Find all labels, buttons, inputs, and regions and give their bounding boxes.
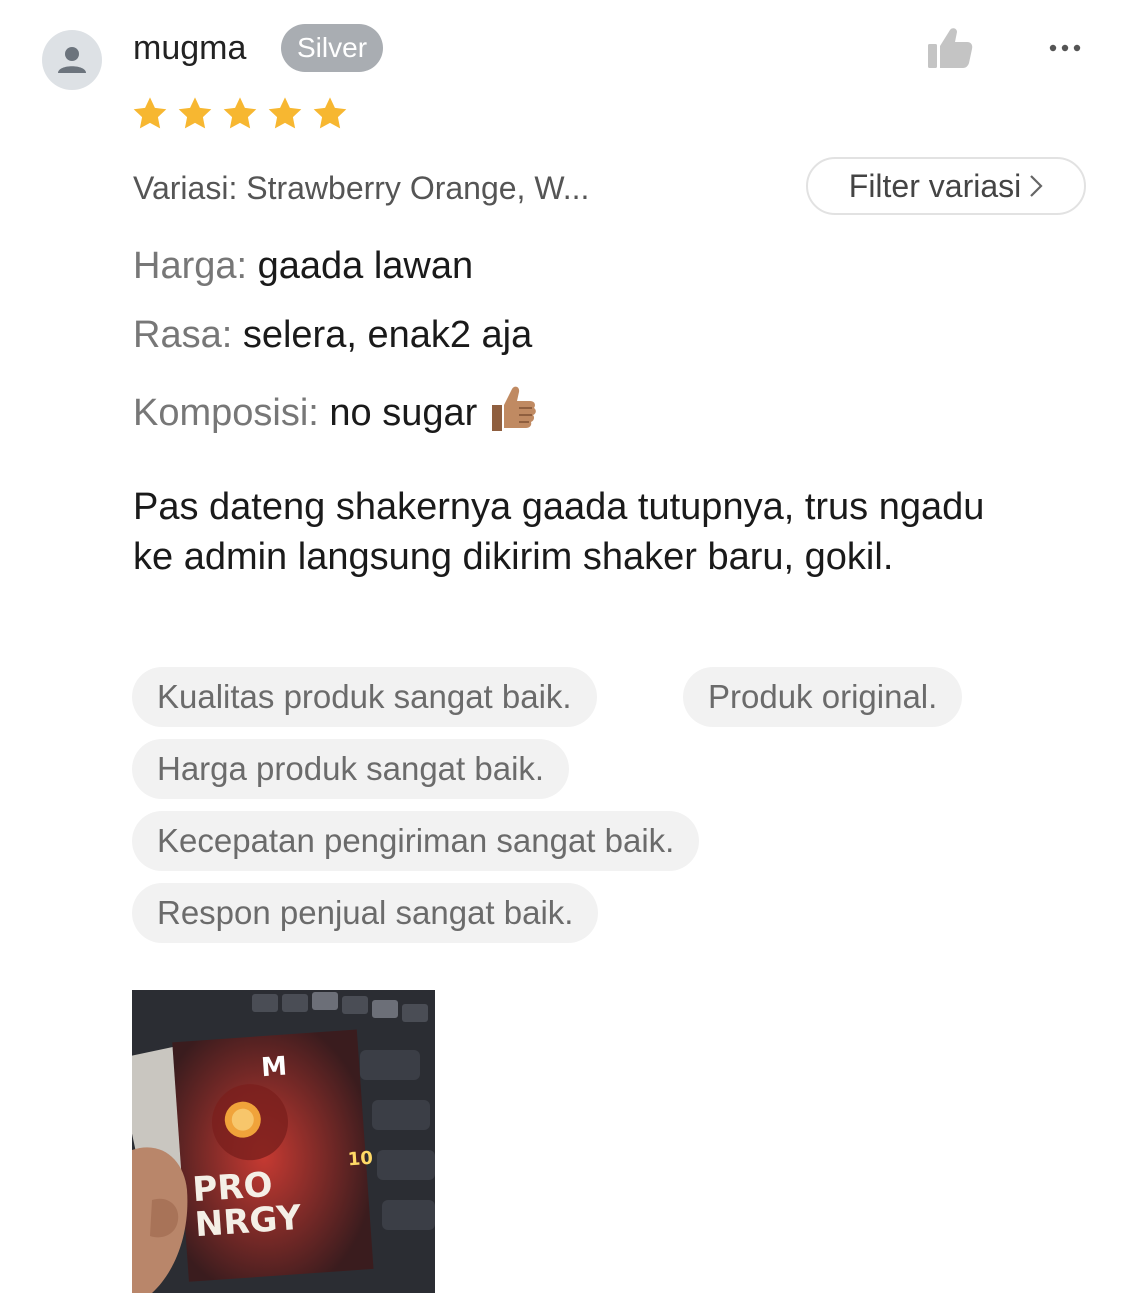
star-icon: [268, 97, 302, 129]
rating-stars: [131, 95, 349, 133]
photo-count-label: 10: [347, 1148, 373, 1171]
photo-brand-line-2: NRGY: [194, 1198, 303, 1245]
review-tag: Kualitas produk sangat baik.: [132, 667, 597, 727]
svg-text:M: M: [260, 1051, 288, 1083]
review-tag: Respon penjual sangat baik.: [132, 883, 599, 943]
attribute-key: Komposisi:: [133, 392, 319, 434]
attribute-value: gaada lawan: [257, 245, 474, 287]
attribute-key: Harga:: [133, 245, 248, 287]
review-photo[interactable]: M 10 PRO NRGY: [132, 990, 435, 1293]
attribute-key: Rasa:: [133, 314, 233, 356]
filter-variation-label: Filter variasi: [848, 167, 1022, 204]
review-tag: Kecepatan pengiriman sangat baik.: [132, 811, 700, 871]
review-tag: Produk original.: [683, 667, 963, 727]
chevron-right-icon: [1030, 175, 1043, 197]
star-icon: [313, 97, 347, 129]
user-silhouette-icon: [58, 47, 86, 73]
thumbs-up-emoji-icon: [491, 386, 536, 431]
attribute-price: Harga: gaada lawan: [133, 242, 473, 290]
star-icon: [223, 97, 257, 129]
tier-badge: Silver: [281, 24, 384, 72]
star-icon: [178, 97, 212, 129]
more-dots-icon[interactable]: [1045, 36, 1085, 60]
review-body: Pas dateng shakernya gaada tutupnya, tru…: [133, 486, 985, 578]
avatar[interactable]: [42, 30, 102, 90]
username[interactable]: mugma: [133, 27, 246, 69]
attribute-value: no sugar: [329, 392, 478, 434]
attribute-value: selera, enak2 aja: [242, 314, 533, 356]
filter-variation-button[interactable]: Filter variasi: [806, 157, 1086, 215]
attribute-composition: Komposisi: no sugar: [133, 381, 540, 437]
star-icon: [133, 97, 167, 129]
thumbs-up-icon[interactable]: [926, 26, 974, 70]
attribute-taste: Rasa: selera, enak2 aja: [133, 311, 532, 359]
review-tag: Harga produk sangat baik.: [132, 739, 570, 799]
variation-text: Variasi: Strawberry Orange, W...: [133, 170, 590, 206]
